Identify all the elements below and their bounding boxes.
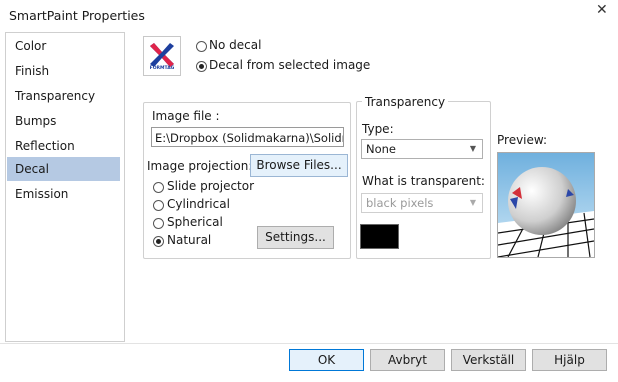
sidebar-item-reflection[interactable]: Reflection xyxy=(7,134,120,158)
sidebar-item-bumps[interactable]: Bumps xyxy=(7,109,120,133)
natural-label: Natural xyxy=(167,233,212,247)
transparent-color-swatch[interactable] xyxy=(360,224,399,249)
preview-label: Preview: xyxy=(497,133,548,147)
dialog-title: SmartPaint Properties xyxy=(9,8,145,23)
no-decal-label: No decal xyxy=(209,38,262,52)
sidebar-item-emission[interactable]: Emission xyxy=(7,182,120,206)
apply-button[interactable]: Verkställ xyxy=(451,349,526,371)
image-projection-label: Image projection: xyxy=(147,159,253,173)
what-is-transparent-select[interactable]: black pixels ▼ xyxy=(361,193,483,213)
what-is-transparent-label: What is transparent: xyxy=(362,174,485,188)
sidebar: Color Finish Transparency Bumps Reflecti… xyxy=(5,32,125,342)
natural-radio[interactable] xyxy=(153,236,164,247)
sidebar-item-color[interactable]: Color xyxy=(7,34,120,58)
preview-image xyxy=(497,152,595,258)
no-decal-radio[interactable] xyxy=(196,41,207,52)
decal-thumbnail: FORMTAG xyxy=(143,36,181,76)
browse-files-button[interactable]: Browse Files... xyxy=(250,154,348,177)
ok-button[interactable]: OK xyxy=(289,349,364,371)
sidebar-item-transparency[interactable]: Transparency xyxy=(7,84,120,108)
chevron-down-icon: ▼ xyxy=(469,198,476,207)
sidebar-item-finish[interactable]: Finish xyxy=(7,59,120,83)
close-icon[interactable]: ✕ xyxy=(596,2,608,18)
footer-separator xyxy=(0,343,618,344)
help-button[interactable]: Hjälp xyxy=(532,349,607,371)
sidebar-item-decal[interactable]: Decal xyxy=(7,157,120,181)
spherical-label: Spherical xyxy=(167,215,223,229)
preview-sphere-icon xyxy=(498,153,594,257)
image-file-label: Image file : xyxy=(152,109,220,123)
slide-projector-radio[interactable] xyxy=(153,182,164,193)
decal-from-image-radio[interactable] xyxy=(196,61,207,72)
slide-projector-label: Slide projector xyxy=(167,179,255,193)
decal-thumbnail-text: FORMTAG xyxy=(149,66,175,71)
cancel-button[interactable]: Avbryt xyxy=(370,349,445,371)
image-file-field[interactable]: E:\Dropbox (Solidmakarna)\Solidmakarn xyxy=(151,127,344,147)
spherical-radio[interactable] xyxy=(153,218,164,229)
transparency-type-label: Type: xyxy=(362,122,394,136)
settings-button[interactable]: Settings... xyxy=(257,226,334,249)
what-is-transparent-value: black pixels xyxy=(366,196,434,210)
transparency-type-value: None xyxy=(366,142,397,156)
decal-from-image-label: Decal from selected image xyxy=(209,58,371,72)
transparency-type-select[interactable]: None ▼ xyxy=(361,139,483,159)
cylindrical-label: Cylindrical xyxy=(167,197,230,211)
transparency-group-label: Transparency xyxy=(362,95,449,109)
cylindrical-radio[interactable] xyxy=(153,200,164,211)
chevron-down-icon: ▼ xyxy=(469,144,476,153)
